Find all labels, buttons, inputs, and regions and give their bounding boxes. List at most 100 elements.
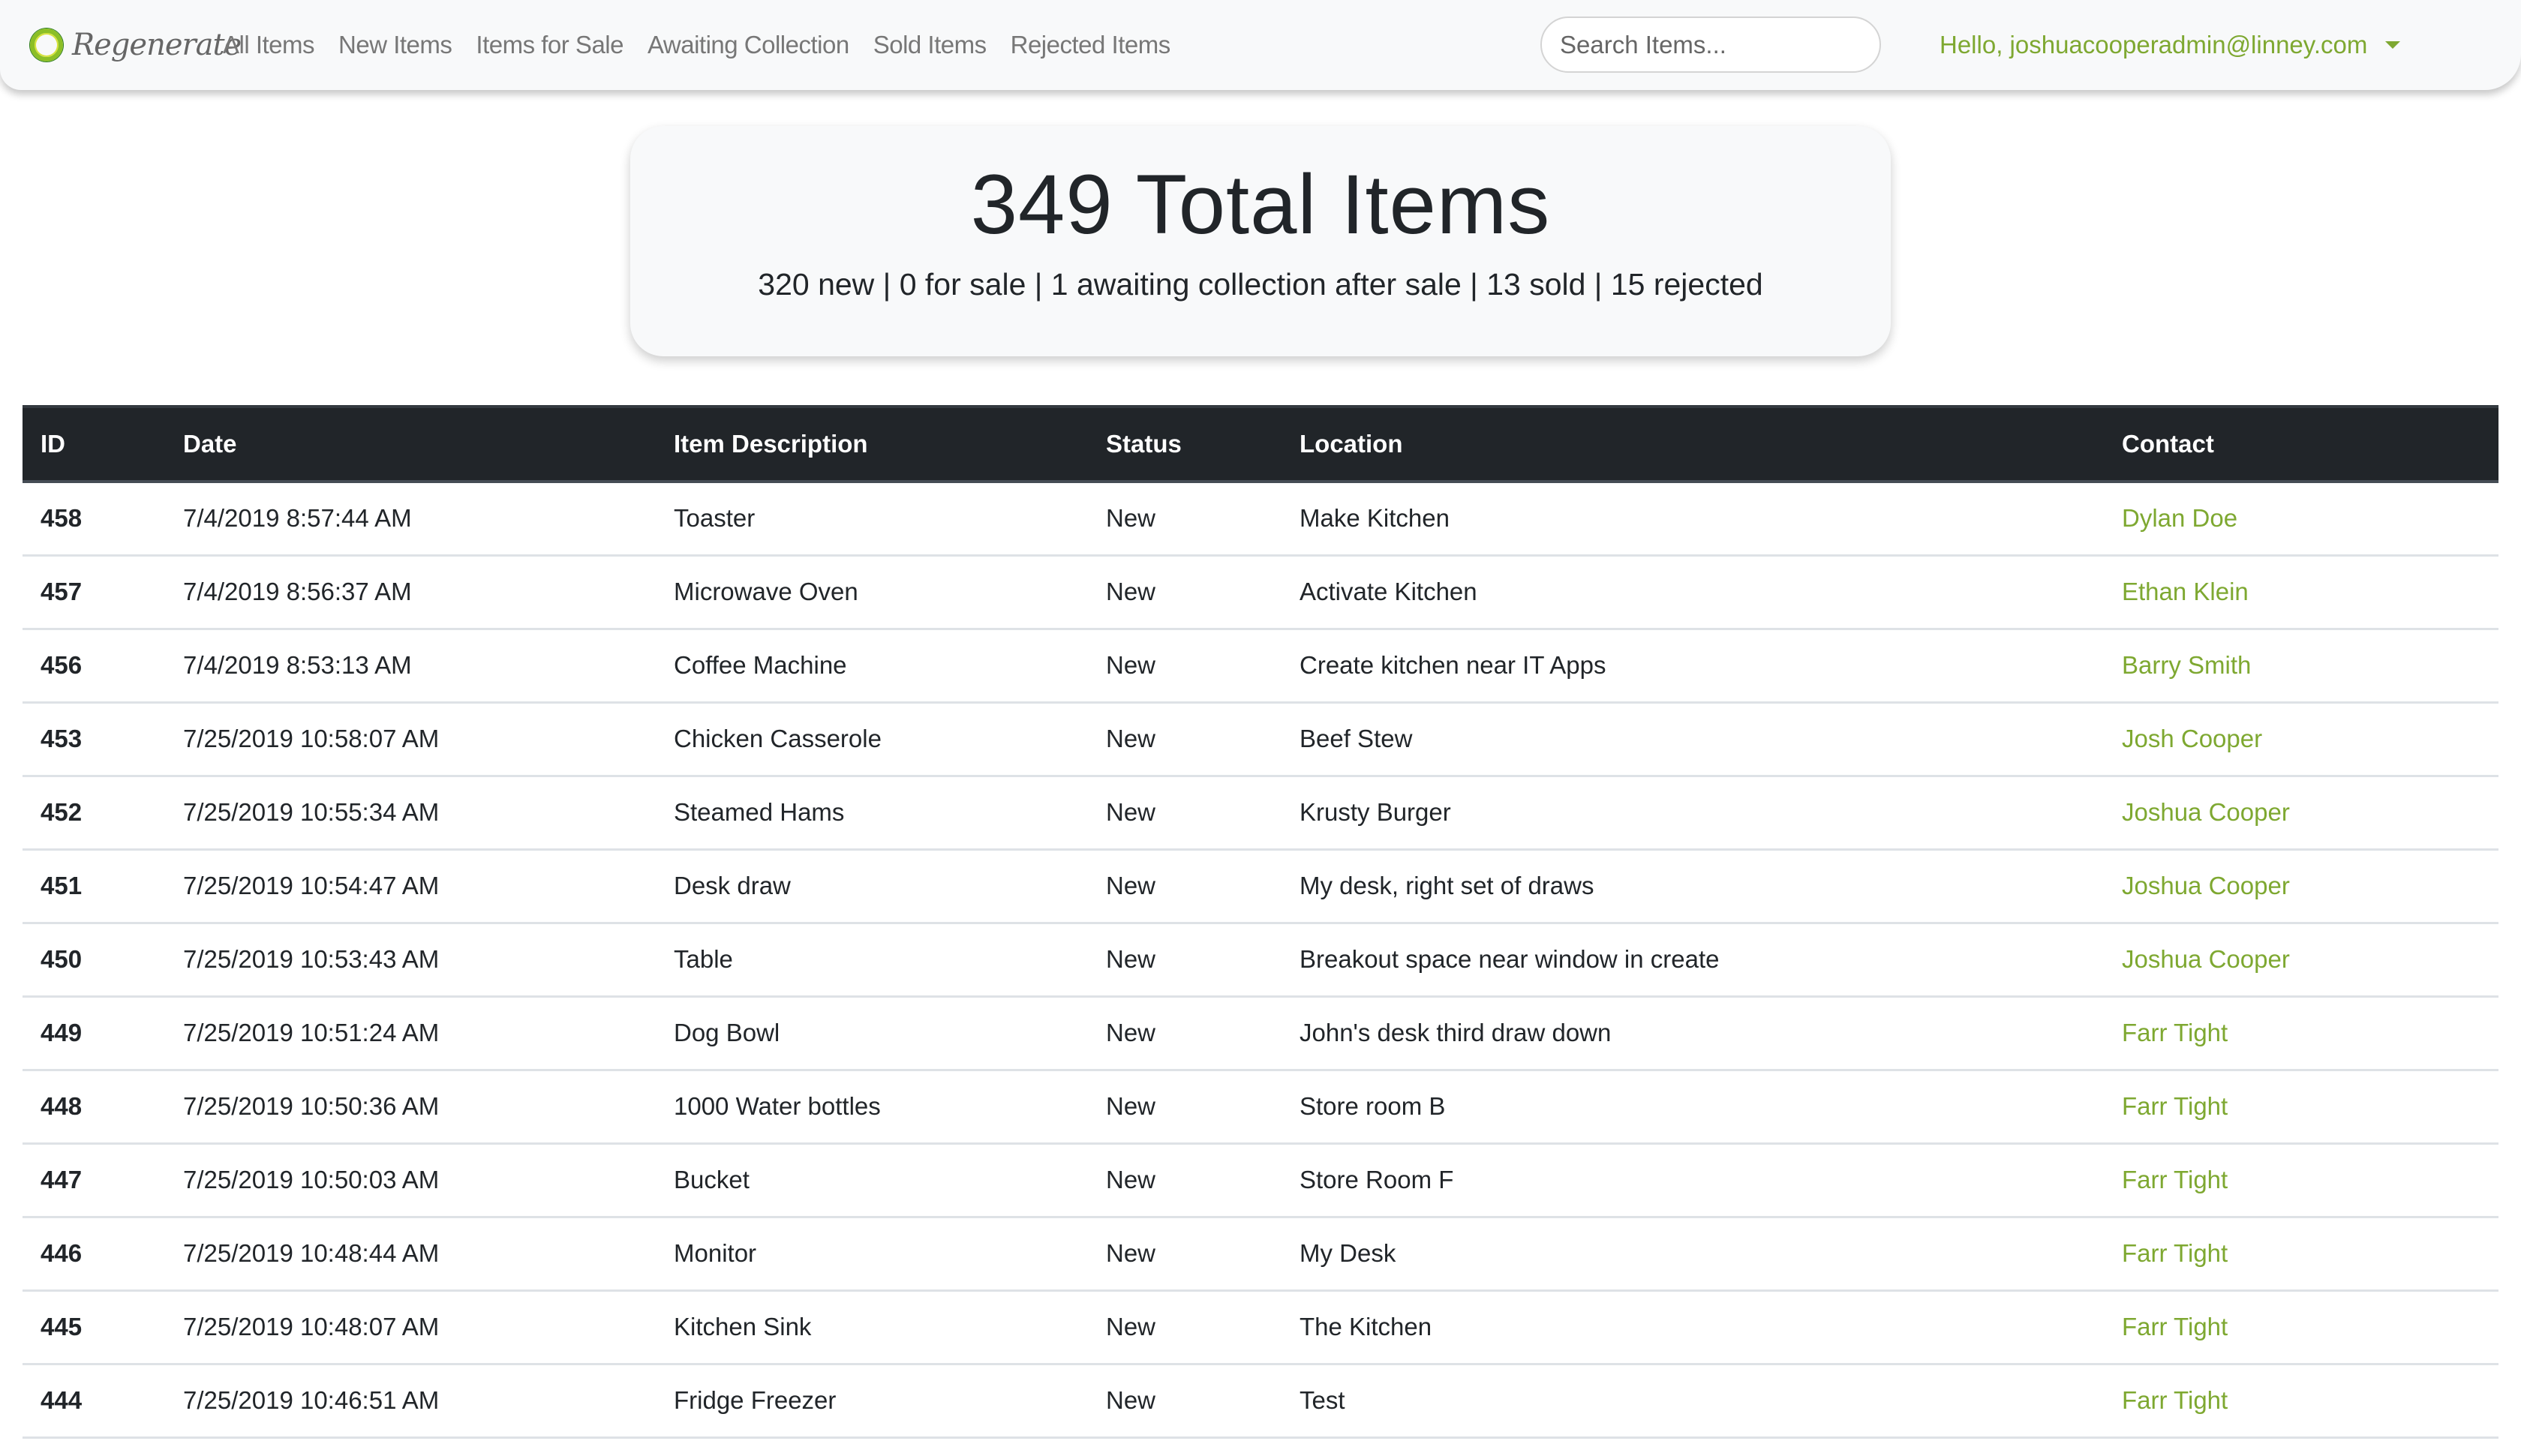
contact-link[interactable]: Barry Smith — [2122, 651, 2251, 679]
item-date-cell: 7/25/2019 10:58:07 AM — [165, 702, 656, 777]
table-row[interactable]: 452 7/25/2019 10:55:34 AM Steamed Hams New K… — [23, 776, 2498, 851]
column-header-location[interactable]: Location — [1282, 405, 2104, 483]
contact-link[interactable]: Dylan Doe — [2122, 504, 2237, 532]
table-row[interactable]: 457 7/4/2019 8:56:37 AM Microwave Oven New A… — [23, 555, 2498, 630]
nav-links: All Items New Items Items for Sale Await… — [223, 0, 1194, 90]
item-location-cell: John's desk third draw down — [1282, 996, 2104, 1071]
item-date-cell: 7/4/2019 8:56:37 AM — [165, 555, 656, 630]
item-description-cell: 1000 Water bottles — [656, 1070, 1088, 1145]
table-row[interactable]: 449 7/25/2019 10:51:24 AM Dog Bowl New John'… — [23, 996, 2498, 1071]
item-location-cell: Store Room F — [1282, 1143, 2104, 1218]
item-description-cell: Fridge Freezer — [656, 1364, 1088, 1439]
brand-name: Regenerate — [72, 28, 242, 62]
contact-link[interactable]: Farr Tight — [2122, 1386, 2228, 1414]
column-header-contact[interactable]: Contact — [2104, 405, 2498, 483]
item-id-cell: 449 — [23, 996, 165, 1071]
item-contact-cell: Farr Tight — [2104, 1143, 2498, 1218]
brand-logo-link[interactable]: Regenerate — [30, 21, 242, 69]
caret-down-icon — [2385, 41, 2401, 49]
item-date-cell: 7/25/2019 10:51:24 AM — [165, 996, 656, 1071]
table-row[interactable]: 456 7/4/2019 8:53:13 AM Coffee Machine New C… — [23, 629, 2498, 704]
item-location-cell: Beef Stew — [1282, 702, 2104, 777]
table-row[interactable]: 450 7/25/2019 10:53:43 AM Table New Breakout… — [23, 923, 2498, 998]
table-row[interactable]: 447 7/25/2019 10:50:03 AM Bucket New Store R… — [23, 1143, 2498, 1218]
item-location-cell: My Desk — [1282, 1217, 2104, 1292]
item-location-cell: My desk, right set of draws — [1282, 849, 2104, 924]
regenerate-ring-logo-icon — [30, 29, 63, 62]
contact-link[interactable]: Joshua Cooper — [2122, 798, 2290, 826]
item-date-cell: 7/4/2019 8:57:44 AM — [165, 482, 656, 557]
nav-link-new-items[interactable]: New Items — [338, 31, 452, 59]
item-location-cell: Krusty Burger — [1282, 776, 2104, 851]
contact-link[interactable]: Joshua Cooper — [2122, 872, 2290, 899]
item-status-cell: New — [1088, 702, 1282, 777]
table-row[interactable]: 453 7/25/2019 10:58:07 AM Chicken Casserol… — [23, 702, 2498, 777]
column-header-id[interactable]: ID — [23, 405, 165, 483]
table-row[interactable]: 458 7/4/2019 8:57:44 AM Toaster New Make Kit… — [23, 482, 2498, 557]
contact-link[interactable]: Farr Tight — [2122, 1166, 2228, 1193]
item-location-cell: The Kitchen — [1282, 1290, 2104, 1365]
item-location-cell: Create kitchen near IT Apps — [1282, 629, 2104, 704]
item-status-cell: New — [1088, 1217, 1282, 1292]
table-row[interactable]: 448 7/25/2019 10:50:36 AM 1000 Water bottl… — [23, 1070, 2498, 1145]
item-status-cell: New — [1088, 482, 1282, 557]
contact-link[interactable]: Farr Tight — [2122, 1092, 2228, 1120]
item-description-cell: Desk draw — [656, 849, 1088, 924]
item-status-cell: New — [1088, 923, 1282, 998]
item-contact-cell: Joshua Cooper — [2104, 776, 2498, 851]
item-date-cell: 7/25/2019 10:50:03 AM — [165, 1143, 656, 1218]
item-contact-cell: Josh Cooper — [2104, 702, 2498, 777]
item-date-cell: 7/25/2019 10:54:47 AM — [165, 849, 656, 924]
total-items-heading: 349 Total Items — [970, 158, 1551, 251]
table-body: 458 7/4/2019 8:57:44 AM Toaster New Make Kit… — [23, 482, 2498, 1439]
item-status-cell: New — [1088, 776, 1282, 851]
item-id-cell: 446 — [23, 1217, 165, 1292]
contact-link[interactable]: Joshua Cooper — [2122, 945, 2290, 973]
nav-link-items-for-sale[interactable]: Items for Sale — [476, 31, 623, 59]
user-greeting: Hello, joshuacooperadmin@linney.com — [1940, 31, 2368, 59]
top-navbar: Regenerate All Items New Items Items for… — [0, 0, 2521, 90]
search-input[interactable] — [1540, 17, 1881, 73]
item-contact-cell: Farr Tight — [2104, 1217, 2498, 1292]
contact-link[interactable]: Josh Cooper — [2122, 725, 2262, 752]
contact-link[interactable]: Farr Tight — [2122, 1313, 2228, 1340]
table-row[interactable]: 446 7/25/2019 10:48:44 AM Monitor New My Des… — [23, 1217, 2498, 1292]
table-row[interactable]: 451 7/25/2019 10:54:47 AM Desk draw New My d… — [23, 849, 2498, 924]
column-header-date[interactable]: Date — [165, 405, 656, 483]
item-date-cell: 7/25/2019 10:46:51 AM — [165, 1364, 656, 1439]
items-table: ID Date Item Description Status Location… — [23, 405, 2498, 1439]
item-contact-cell: Farr Tight — [2104, 996, 2498, 1071]
contact-link[interactable]: Ethan Klein — [2122, 578, 2249, 605]
item-id-cell: 453 — [23, 702, 165, 777]
contact-link[interactable]: Farr Tight — [2122, 1239, 2228, 1267]
item-status-cell: New — [1088, 1290, 1282, 1365]
table-header-row: ID Date Item Description Status Location… — [23, 405, 2498, 483]
nav-link-sold-items[interactable]: Sold Items — [873, 31, 987, 59]
status-breakdown: 320 new | 0 for sale | 1 awaiting collec… — [758, 267, 1763, 302]
nav-link-all-items[interactable]: All Items — [223, 31, 315, 59]
item-status-cell: New — [1088, 1143, 1282, 1218]
item-description-cell: Dog Bowl — [656, 996, 1088, 1071]
item-description-cell: Coffee Machine — [656, 629, 1088, 704]
user-menu-dropdown[interactable]: Hello, joshuacooperadmin@linney.com — [1940, 0, 2401, 90]
item-date-cell: 7/25/2019 10:55:34 AM — [165, 776, 656, 851]
item-date-cell: 7/25/2019 10:48:44 AM — [165, 1217, 656, 1292]
item-location-cell: Store room B — [1282, 1070, 2104, 1145]
item-id-cell: 456 — [23, 629, 165, 704]
item-location-cell: Make Kitchen — [1282, 482, 2104, 557]
column-header-status[interactable]: Status — [1088, 405, 1282, 483]
item-contact-cell: Joshua Cooper — [2104, 849, 2498, 924]
contact-link[interactable]: Farr Tight — [2122, 1019, 2228, 1046]
item-description-cell: Kitchen Sink — [656, 1290, 1088, 1365]
item-id-cell: 452 — [23, 776, 165, 851]
item-id-cell: 458 — [23, 482, 165, 557]
nav-link-awaiting-collection[interactable]: Awaiting Collection — [648, 31, 849, 59]
table-row[interactable]: 444 7/25/2019 10:46:51 AM Fridge Freezer Ne… — [23, 1364, 2498, 1439]
item-contact-cell: Joshua Cooper — [2104, 923, 2498, 998]
column-header-item-description[interactable]: Item Description — [656, 405, 1088, 483]
item-status-cell: New — [1088, 1364, 1282, 1439]
table-row[interactable]: 445 7/25/2019 10:48:07 AM Kitchen Sink New T… — [23, 1290, 2498, 1365]
item-description-cell: Monitor — [656, 1217, 1088, 1292]
nav-link-rejected-items[interactable]: Rejected Items — [1011, 31, 1171, 59]
summary-card: 349 Total Items 320 new | 0 for sale | 1… — [630, 126, 1891, 356]
